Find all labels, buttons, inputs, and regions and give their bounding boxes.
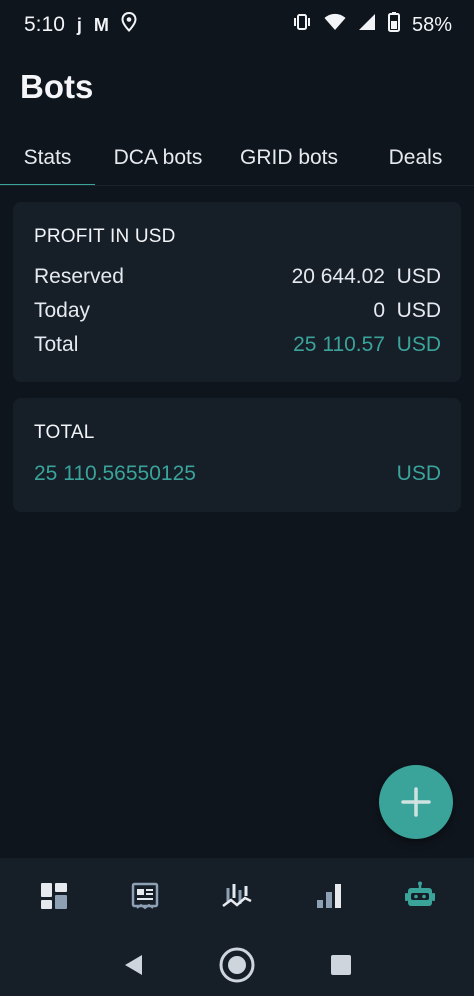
tab-deals[interactable]: Deals <box>357 130 474 186</box>
status-bar-right: 58% <box>292 12 452 38</box>
bottom-nav <box>0 858 474 934</box>
system-nav-bar <box>0 934 474 996</box>
screen: 5:10 j M 58% Bots Stats DCA bots GRID bo… <box>0 0 474 996</box>
total-card-title: TOTAL <box>34 422 95 443</box>
tab-grid-bots[interactable]: GRID bots <box>221 130 357 186</box>
home-circle-icon <box>219 947 255 983</box>
signal-icon <box>358 13 376 37</box>
profit-row-today: Today 0 USD <box>34 297 441 325</box>
plus-icon <box>401 787 431 817</box>
profit-card-title: PROFIT IN USD <box>34 226 176 247</box>
notification-m-icon: M <box>93 14 109 35</box>
total-currency: USD <box>396 462 441 485</box>
nav-dashboard[interactable] <box>24 866 84 926</box>
page-title: Bots <box>20 68 94 105</box>
bot-icon <box>405 881 436 906</box>
tab-deals-label: Deals <box>388 146 443 169</box>
tab-stats[interactable]: Stats <box>0 130 95 186</box>
status-bar-left: 5:10 j M <box>24 11 137 38</box>
notification-j-icon: j <box>76 14 82 35</box>
total-row: 25 110.56550125 USD <box>34 460 441 488</box>
battery-icon <box>387 12 400 38</box>
total-value: 25 110.56550125 <box>34 462 196 485</box>
tab-grid-bots-label: GRID bots <box>239 146 339 169</box>
news-icon <box>132 882 159 910</box>
profit-row-value: 25 110.57 <box>293 333 385 356</box>
tab-dca-bots-label: DCA bots <box>113 146 203 169</box>
location-pin-icon <box>121 11 137 38</box>
profit-row-label: Total <box>34 333 79 356</box>
nav-stats[interactable] <box>299 866 359 926</box>
status-bar: 5:10 j M 58% <box>0 0 474 50</box>
bar-chart-icon <box>316 884 341 908</box>
profit-row-value: 20 644.02 <box>291 265 385 288</box>
nav-trading[interactable] <box>207 866 267 926</box>
wifi-icon <box>324 13 346 37</box>
profit-row-label: Today <box>34 299 91 322</box>
profit-row-currency: USD <box>396 333 441 356</box>
tab-dca-bots[interactable]: DCA bots <box>95 130 221 186</box>
nav-news[interactable] <box>115 866 175 926</box>
total-card: TOTAL 25 110.56550125 USD <box>13 398 461 512</box>
status-time: 5:10 <box>24 13 65 36</box>
recents-button[interactable] <box>330 954 352 976</box>
profit-row-label: Reserved <box>34 265 124 288</box>
tabs-divider <box>0 185 474 186</box>
recents-square-icon <box>331 955 351 975</box>
profit-row-currency: USD <box>396 299 441 322</box>
trading-chart-icon <box>222 884 252 907</box>
back-triangle-icon <box>125 955 142 975</box>
tab-stats-label: Stats <box>23 146 72 169</box>
profit-row-total: Total 25 110.57 USD <box>34 331 441 359</box>
profit-card: PROFIT IN USD Reserved 20 644.02 USD Tod… <box>13 202 461 382</box>
dashboard-icon <box>40 883 67 909</box>
tab-bar: Stats DCA bots GRID bots Deals <box>0 130 474 186</box>
add-bot-button[interactable] <box>379 765 453 839</box>
profit-row-reserved: Reserved 20 644.02 USD <box>34 263 441 291</box>
home-button[interactable] <box>218 946 256 984</box>
nav-bots[interactable] <box>390 866 450 926</box>
back-button[interactable] <box>122 953 144 977</box>
battery-percent: 58% <box>411 13 452 36</box>
vibrate-icon <box>292 13 312 37</box>
profit-row-value: 0 <box>373 299 385 322</box>
profit-row-currency: USD <box>396 265 441 288</box>
